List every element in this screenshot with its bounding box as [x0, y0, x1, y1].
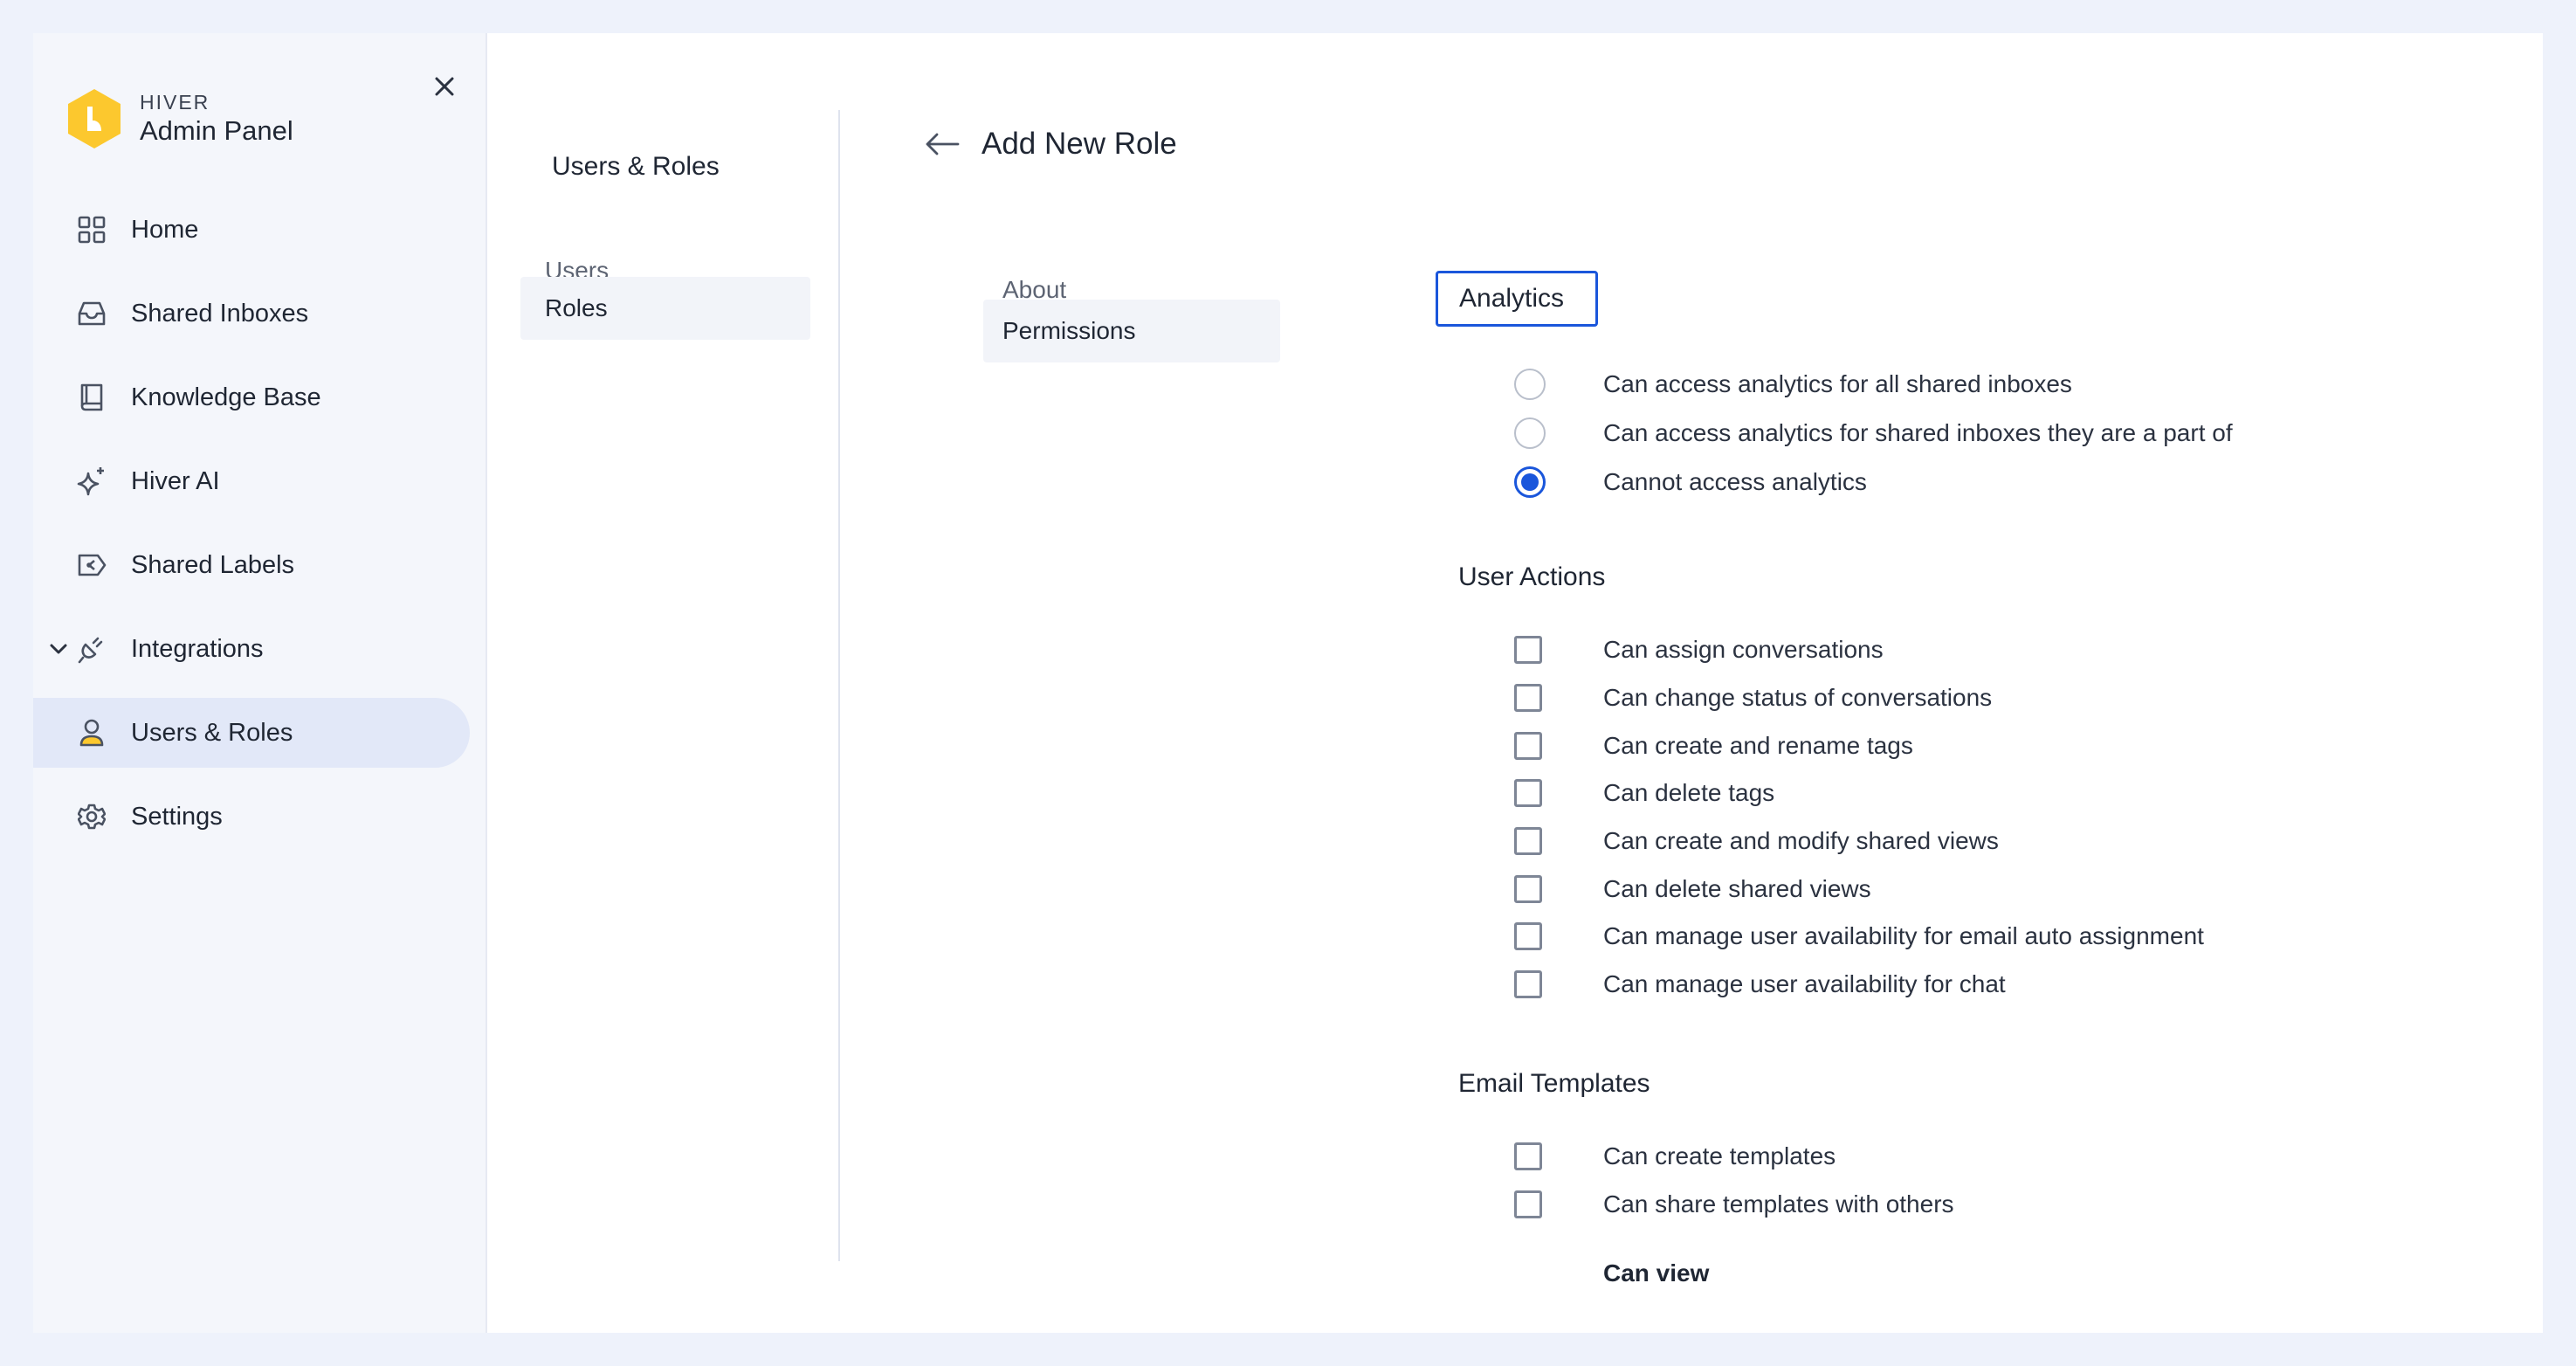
checkbox[interactable] — [1514, 1190, 1542, 1218]
analytics-option-part-of[interactable]: Can access analytics for shared inboxes … — [1514, 416, 2233, 451]
user-action-option[interactable]: Can manage user availability for chat — [1514, 967, 2006, 1002]
checkbox[interactable] — [1514, 1142, 1542, 1170]
option-label: Can manage user availability for email a… — [1603, 922, 2204, 949]
user-action-option[interactable]: Can delete shared views — [1514, 872, 1871, 907]
arrow-left-icon — [926, 133, 960, 155]
analytics-option-none[interactable]: Cannot access analytics — [1514, 465, 1867, 500]
sidebar: HIVER Admin Panel Home Shared Inboxes Kn… — [33, 33, 487, 1333]
option-label: Can access analytics for all shared inbo… — [1603, 370, 2072, 397]
sidebar-item-knowledge-base[interactable]: Knowledge Base — [33, 362, 470, 432]
sidebar-item-label: Shared Inboxes — [131, 299, 309, 328]
option-label: Can share templates with others — [1603, 1190, 1954, 1218]
sidebar-item-label: Hiver AI — [131, 466, 220, 495]
user-action-option[interactable]: Can assign conversations — [1514, 632, 1884, 667]
email-template-option[interactable]: Can create templates — [1514, 1139, 1836, 1174]
sidebar-item-home[interactable]: Home — [33, 195, 470, 265]
grid-icon — [75, 213, 108, 246]
option-label: Can create templates — [1603, 1142, 1836, 1169]
page-title: Add New Role — [981, 127, 1177, 161]
email-templates-section-title: Email Templates — [1458, 1069, 1650, 1098]
sidebar-item-label: Shared Labels — [131, 550, 295, 579]
brand: HIVER Admin Panel — [63, 87, 293, 150]
option-label: Cannot access analytics — [1603, 468, 1867, 495]
user-action-option[interactable]: Can create and modify shared views — [1514, 824, 1999, 859]
close-icon — [435, 77, 454, 96]
checkbox[interactable] — [1514, 875, 1542, 903]
chevron-down-icon[interactable] — [47, 638, 70, 660]
label-icon — [75, 548, 108, 582]
checkbox[interactable] — [1514, 827, 1542, 855]
sidebar-item-shared-labels[interactable]: Shared Labels — [33, 530, 470, 600]
option-label: Can change status of conversations — [1603, 684, 1993, 711]
option-label: Can create and rename tags — [1603, 732, 1913, 759]
option-label: Can assign conversations — [1603, 636, 1884, 663]
option-label: Can delete shared views — [1603, 875, 1871, 902]
checkbox[interactable] — [1514, 779, 1542, 807]
analytics-option-all[interactable]: Can access analytics for all shared inbo… — [1514, 367, 2072, 402]
tab-permissions[interactable]: Permissions — [983, 300, 1280, 362]
user-action-option[interactable]: Can manage user availability for email a… — [1514, 919, 2204, 954]
email-template-option[interactable]: Can share templates with others — [1514, 1187, 1954, 1222]
checkbox[interactable] — [1514, 732, 1542, 760]
sidebar-item-label: Settings — [131, 802, 223, 831]
back-button[interactable] — [920, 122, 964, 166]
sidebar-item-hiver-ai[interactable]: Hiver AI — [33, 446, 470, 516]
checkbox[interactable] — [1514, 636, 1542, 664]
sparkle-icon — [75, 465, 108, 498]
user-icon — [75, 716, 108, 749]
user-actions-section-title: User Actions — [1458, 562, 1606, 591]
subnav-title: Users & Roles — [552, 152, 720, 181]
sidebar-item-integrations[interactable]: Integrations — [33, 614, 470, 684]
users-roles-subnav: Users & Roles Users Roles — [486, 33, 873, 1333]
user-action-option[interactable]: Can delete tags — [1514, 776, 1774, 811]
sidebar-item-label: Knowledge Base — [131, 383, 321, 411]
plug-icon — [75, 632, 108, 666]
close-button[interactable] — [423, 65, 466, 108]
subnav-item-roles[interactable]: Roles — [520, 277, 810, 340]
can-view-label: Can view — [1603, 1259, 1710, 1287]
user-action-option[interactable]: Can create and rename tags — [1514, 728, 1913, 763]
admin-window: HIVER Admin Panel Home Shared Inboxes Kn… — [33, 33, 2543, 1333]
sidebar-item-label: Integrations — [131, 634, 264, 663]
sidebar-item-label: Users & Roles — [131, 718, 293, 747]
inbox-icon — [75, 297, 108, 330]
sidebar-nav: Home Shared Inboxes Knowledge Base Hiver… — [33, 195, 486, 866]
brand-title: Admin Panel — [140, 115, 293, 146]
sidebar-item-settings[interactable]: Settings — [33, 782, 470, 852]
hiver-logo-icon — [68, 89, 121, 148]
sidebar-item-users-roles[interactable]: Users & Roles — [33, 698, 470, 768]
sidebar-item-shared-inboxes[interactable]: Shared Inboxes — [33, 279, 470, 348]
option-label: Can create and modify shared views — [1603, 827, 1999, 854]
radio-button[interactable] — [1514, 417, 1546, 449]
option-label: Can access analytics for shared inboxes … — [1603, 419, 2233, 446]
radio-button-selected[interactable] — [1514, 466, 1546, 498]
radio-button[interactable] — [1514, 369, 1546, 400]
option-label: Can manage user availability for chat — [1603, 970, 2006, 997]
checkbox[interactable] — [1514, 922, 1542, 950]
user-action-option[interactable]: Can change status of conversations — [1514, 680, 1992, 715]
checkbox[interactable] — [1514, 684, 1542, 712]
checkbox[interactable] — [1514, 970, 1542, 998]
gear-icon — [75, 800, 108, 833]
analytics-section-title: Analytics — [1436, 271, 1598, 327]
sidebar-item-label: Home — [131, 215, 199, 244]
option-label: Can delete tags — [1603, 779, 1775, 806]
book-icon — [75, 381, 108, 414]
brand-company: HIVER — [140, 91, 210, 114]
column-divider — [838, 110, 840, 1261]
